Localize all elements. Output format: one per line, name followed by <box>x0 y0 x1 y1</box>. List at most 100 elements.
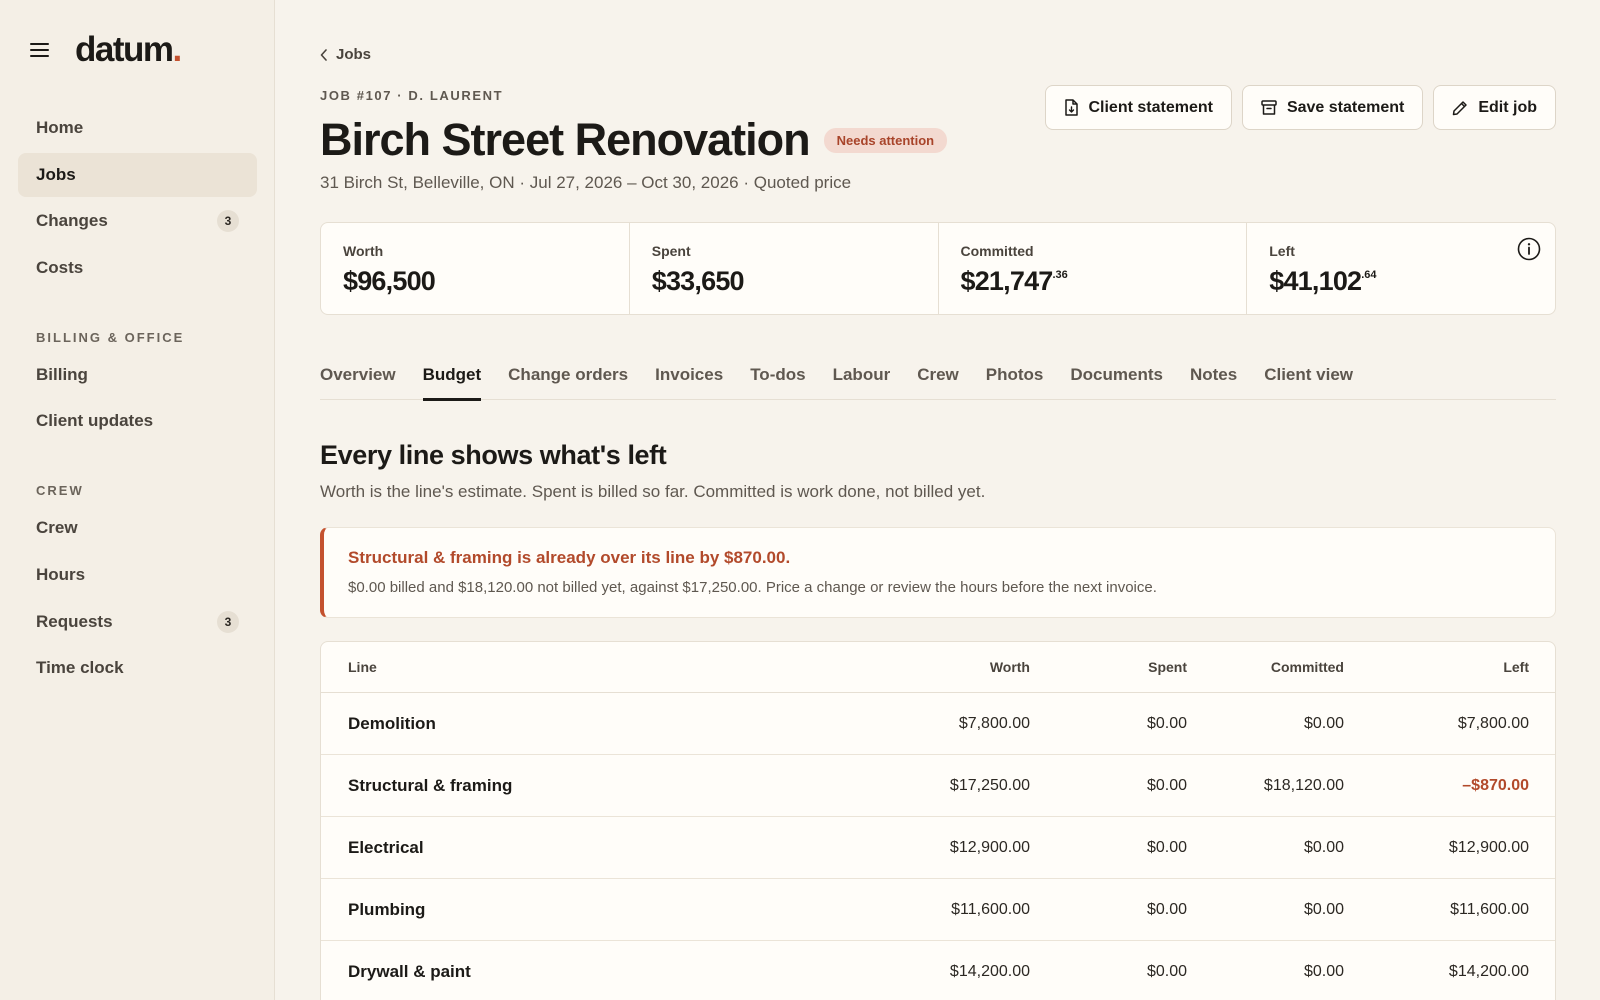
archive-icon <box>1261 100 1277 115</box>
count-badge: 3 <box>217 610 239 633</box>
sidebar-item-client-updates[interactable]: Client updates <box>18 399 257 443</box>
chevron-left-icon <box>320 48 327 61</box>
button-label: Client statement <box>1088 98 1213 116</box>
cell-committed: $0.00 <box>1303 714 1344 732</box>
column-header-spent[interactable]: Spent <box>1030 659 1187 675</box>
table-row[interactable]: Drywall & paint $14,200.00 $0.00 $0.00 $… <box>321 941 1555 1000</box>
cell-worth: $14,200.00 <box>949 962 1030 980</box>
job-eyebrow: JOB #107 · D. LAURENT <box>320 88 504 103</box>
stat-label: Spent <box>651 243 691 259</box>
tab-labour[interactable]: Labour <box>833 358 891 400</box>
sidebar-nav: Home Jobs Changes 3 Costs BILLING & OFFIC… <box>18 106 257 693</box>
save-statement-button[interactable]: Save statement <box>1241 85 1424 130</box>
cell-spent: $0.00 <box>1146 714 1187 732</box>
cell-line: Plumbing <box>348 899 426 919</box>
sidebar-item-hours[interactable]: Hours <box>18 553 257 597</box>
sidebar-item-label: Hours <box>36 564 86 584</box>
stat-amount: $21,747 <box>960 266 1054 296</box>
column-header-worth[interactable]: Worth <box>901 659 1030 675</box>
stat-value: $96,500 <box>343 266 607 297</box>
tab-crew[interactable]: Crew <box>917 358 959 400</box>
column-header-line[interactable]: Line <box>321 659 901 675</box>
breadcrumb-back[interactable]: Jobs <box>320 46 371 63</box>
cell-spent: $0.00 <box>1146 838 1187 856</box>
sidebar-item-home[interactable]: Home <box>18 106 257 150</box>
section-subtitle: Worth is the line's estimate. Spent is b… <box>320 482 986 501</box>
document-icon <box>1065 99 1079 116</box>
tab-change-orders[interactable]: Change orders <box>508 358 628 400</box>
tab-notes[interactable]: Notes <box>1190 358 1237 400</box>
column-header-committed[interactable]: Committed <box>1187 659 1344 675</box>
sidebar-item-label: Requests <box>36 611 113 631</box>
tab-overview[interactable]: Overview <box>320 358 396 400</box>
table-row[interactable]: Demolition $7,800.00 $0.00 $0.00 $7,800.… <box>321 693 1555 755</box>
cell-line: Electrical <box>348 837 424 857</box>
stat-value: $21,747.36 <box>961 266 1225 297</box>
stat-label: Left <box>1269 243 1295 259</box>
edit-job-button[interactable]: Edit job <box>1433 85 1556 130</box>
budget-table: Line Worth Spent Committed Left Demoliti… <box>320 641 1556 1000</box>
cell-worth: $12,900.00 <box>949 838 1030 856</box>
tab-budget[interactable]: Budget <box>422 358 481 401</box>
cell-line: Structural & framing <box>348 775 513 795</box>
header-actions: Client statement Save statement Edit job <box>1045 85 1556 130</box>
cell-left-negative: –$870.00 <box>1462 776 1529 794</box>
stat-amount: $41,102 <box>1269 266 1362 296</box>
pencil-icon <box>1453 100 1468 115</box>
stat-value: $41,102.64 <box>1269 266 1533 297</box>
table-row[interactable]: Structural & framing $17,250.00 $0.00 $1… <box>321 755 1555 817</box>
sidebar-item-time-clock[interactable]: Time clock <box>18 646 257 690</box>
cell-committed: $0.00 <box>1303 900 1344 918</box>
table-row[interactable]: Plumbing $11,600.00 $0.00 $0.00 $11,600.… <box>321 879 1555 941</box>
sidebar-item-crew[interactable]: Crew <box>18 506 257 550</box>
stat-committed: Committed $21,747.36 <box>939 223 1248 314</box>
stat-label: Committed <box>960 243 1034 259</box>
cell-left: $14,200.00 <box>1448 962 1529 980</box>
cell-left: $12,900.00 <box>1448 838 1529 856</box>
tab-invoices[interactable]: Invoices <box>655 358 723 400</box>
stat-cents: .64 <box>1361 269 1377 281</box>
brand: datum. <box>30 30 183 69</box>
sidebar-item-changes[interactable]: Changes 3 <box>18 199 257 243</box>
logo-dot: . <box>172 30 183 69</box>
menu-icon[interactable] <box>30 42 50 58</box>
button-label: Save statement <box>1286 98 1405 116</box>
alert-title: Structural & framing is already over its… <box>348 548 791 567</box>
sidebar-item-label: Client updates <box>36 411 154 431</box>
sidebar-item-label: Time clock <box>36 658 124 678</box>
cell-committed: $18,120.00 <box>1263 776 1344 794</box>
cell-spent: $0.00 <box>1146 776 1187 794</box>
stat-left: Left $41,102.64 <box>1247 223 1555 314</box>
sidebar-item-requests[interactable]: Requests 3 <box>18 600 257 644</box>
sidebar: datum. Home Jobs Changes 3 Costs BILLING … <box>0 0 275 1000</box>
table-header: Line Worth Spent Committed Left <box>321 642 1555 693</box>
sidebar-item-jobs[interactable]: Jobs <box>18 152 257 197</box>
job-details: 31 Birch St, Belleville, ON · Jul 27, 20… <box>320 173 852 192</box>
sidebar-item-label: Costs <box>36 258 84 278</box>
info-icon[interactable] <box>1517 237 1541 261</box>
column-header-left[interactable]: Left <box>1344 659 1529 675</box>
stat-value: $33,650 <box>652 266 916 297</box>
tab-to-dos[interactable]: To-dos <box>750 358 805 400</box>
tab-photos[interactable]: Photos <box>986 358 1044 400</box>
sidebar-item-billing[interactable]: Billing <box>18 353 257 397</box>
cell-committed: $0.00 <box>1303 962 1344 980</box>
sidebar-item-label: Home <box>36 118 84 137</box>
alert-body: $0.00 billed and $18,120.00 not billed y… <box>348 579 1157 596</box>
client-statement-button[interactable]: Client statement <box>1045 85 1232 130</box>
table-row[interactable]: Electrical $12,900.00 $0.00 $0.00 $12,90… <box>321 817 1555 879</box>
stat-label: Worth <box>343 243 384 259</box>
button-label: Edit job <box>1478 98 1537 116</box>
tab-documents[interactable]: Documents <box>1070 358 1163 400</box>
section-title: Every line shows what's left <box>320 440 667 470</box>
tab-client-view[interactable]: Client view <box>1264 358 1353 400</box>
logo[interactable]: datum. <box>75 30 183 69</box>
sidebar-item-label: Crew <box>36 518 78 538</box>
stat-amount: $33,650 <box>651 266 745 296</box>
cell-left: $7,800.00 <box>1457 714 1529 732</box>
sidebar-item-label: Billing <box>36 364 88 384</box>
budget-summary: Worth $96,500 Spent $33,650 Committed $2… <box>320 222 1556 315</box>
cell-worth: $17,250.00 <box>949 776 1030 794</box>
title-row: Birch Street Renovation Needs attention <box>320 112 948 167</box>
sidebar-item-costs[interactable]: Costs <box>18 246 257 290</box>
